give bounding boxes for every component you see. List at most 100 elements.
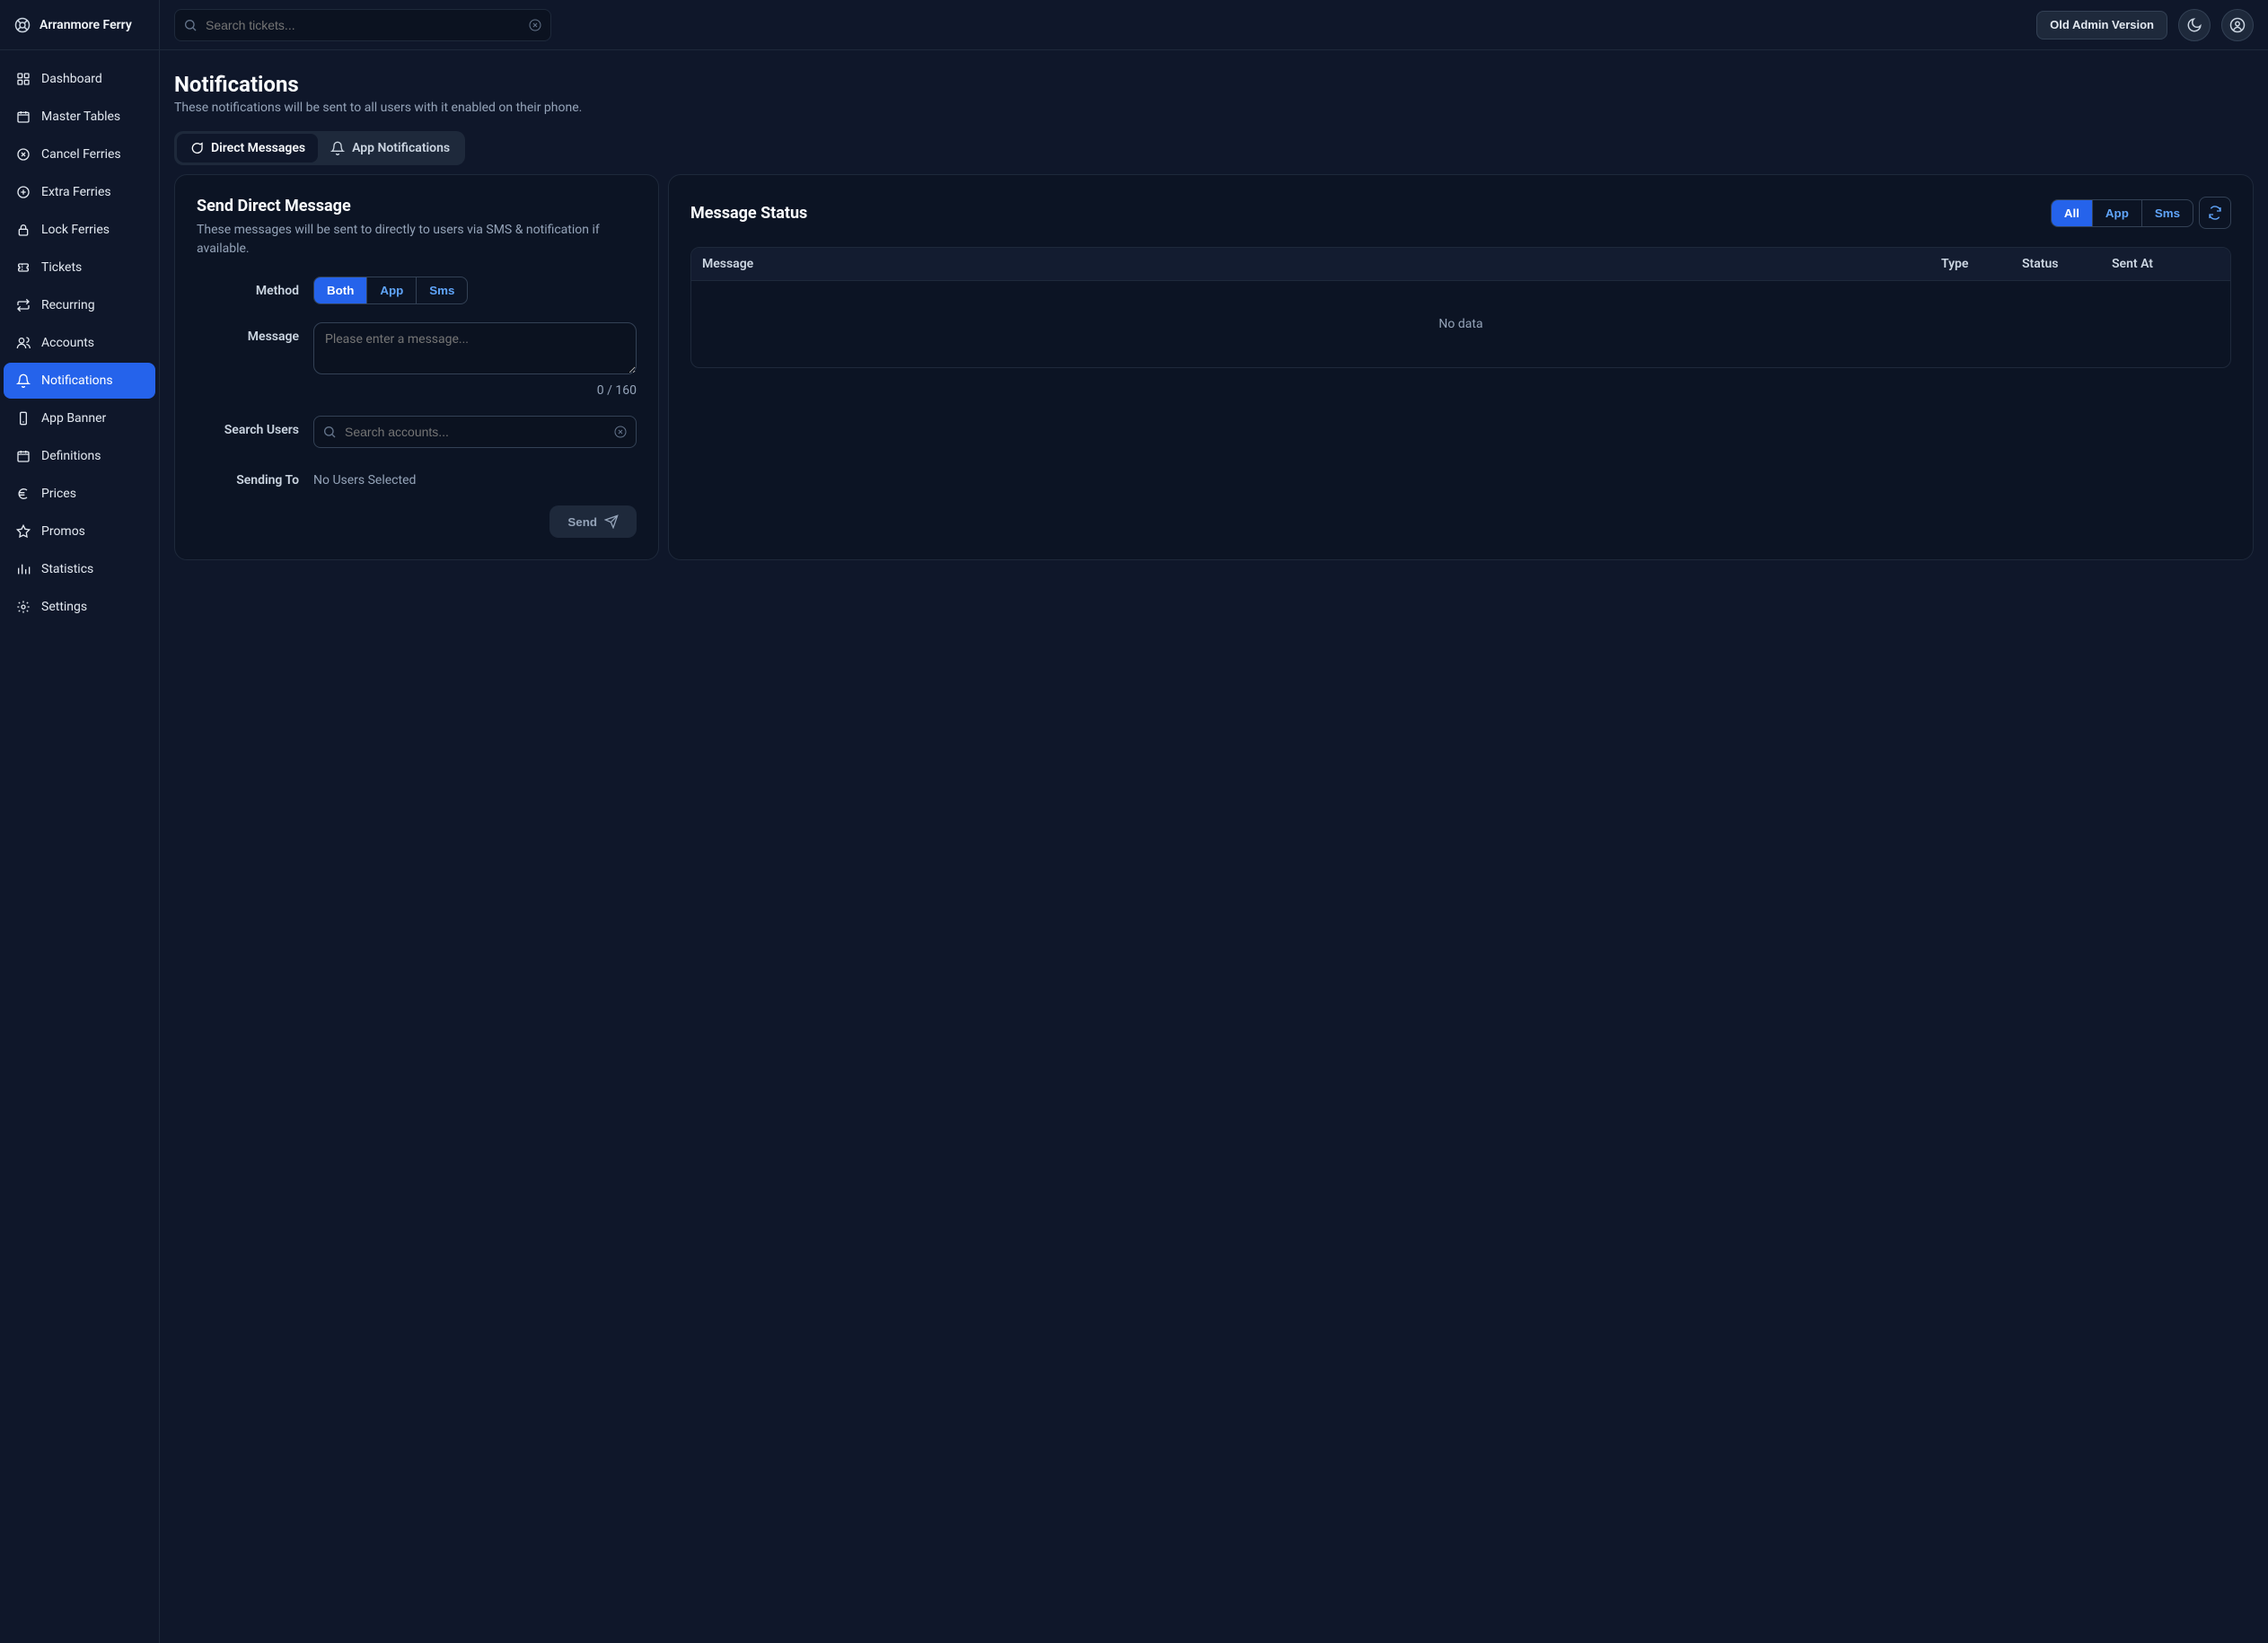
sidebar-item-statistics[interactable]: Statistics bbox=[4, 551, 155, 587]
sidebar-item-label: Notifications bbox=[41, 373, 113, 388]
col-status: Status bbox=[2022, 257, 2112, 271]
sidebar-item-accounts[interactable]: Accounts bbox=[4, 325, 155, 361]
table-empty: No data bbox=[691, 281, 2230, 367]
global-search bbox=[174, 9, 551, 41]
grid-icon bbox=[16, 72, 31, 86]
sidebar-item-notifications[interactable]: Notifications bbox=[4, 363, 155, 399]
account-menu[interactable] bbox=[2221, 9, 2254, 41]
sidebar-item-cancel-ferries[interactable]: Cancel Ferries bbox=[4, 136, 155, 172]
page-title: Notifications bbox=[174, 72, 2254, 97]
old-admin-button[interactable]: Old Admin Version bbox=[2036, 11, 2167, 40]
sidebar-item-prices[interactable]: Prices bbox=[4, 476, 155, 512]
sidebar-item-label: Tickets bbox=[41, 260, 82, 275]
sidebar-item-label: App Banner bbox=[41, 411, 106, 426]
euro-icon bbox=[16, 487, 31, 501]
sending-to-label: Sending To bbox=[197, 466, 299, 488]
sending-to-value: No Users Selected bbox=[313, 466, 637, 488]
ticket-icon bbox=[16, 260, 31, 275]
repeat-icon bbox=[16, 298, 31, 312]
send-icon bbox=[604, 514, 619, 529]
tab-direct-label: Direct Messages bbox=[211, 141, 305, 155]
compose-card: Send Direct Message These messages will … bbox=[174, 174, 659, 560]
sidebar-item-recurring[interactable]: Recurring bbox=[4, 287, 155, 323]
tab-app-notifications[interactable]: App Notifications bbox=[318, 134, 462, 163]
search-users-label: Search Users bbox=[197, 416, 299, 448]
status-filter-segmented: All App Sms bbox=[2051, 199, 2193, 227]
sidebar-item-definitions[interactable]: Definitions bbox=[4, 438, 155, 474]
method-segmented: Both App Sms bbox=[313, 277, 468, 304]
filter-sms[interactable]: Sms bbox=[2141, 200, 2193, 226]
sidebar-item-label: Extra Ferries bbox=[41, 185, 111, 199]
bell-icon bbox=[330, 141, 345, 155]
chat-icon bbox=[189, 141, 204, 155]
sidebar-item-label: Dashboard bbox=[41, 72, 102, 86]
sidebar-item-settings[interactable]: Settings bbox=[4, 589, 155, 625]
message-textarea[interactable] bbox=[313, 322, 637, 374]
message-counter: 0 / 160 bbox=[313, 383, 637, 398]
lifebuoy-icon bbox=[14, 17, 31, 33]
page-subtitle: These notifications will be sent to all … bbox=[174, 101, 2254, 115]
method-both[interactable]: Both bbox=[314, 277, 366, 303]
filter-app[interactable]: App bbox=[2092, 200, 2141, 226]
status-table: Message Type Status Sent At No data bbox=[690, 247, 2231, 368]
theme-toggle[interactable] bbox=[2178, 9, 2211, 41]
sidebar-item-lock-ferries[interactable]: Lock Ferries bbox=[4, 212, 155, 248]
sidebar-item-label: Statistics bbox=[41, 562, 93, 576]
gear-icon bbox=[16, 600, 31, 614]
calendar-icon bbox=[16, 449, 31, 463]
sidebar-item-tickets[interactable]: Tickets bbox=[4, 250, 155, 286]
brand-label: Arranmore Ferry bbox=[40, 18, 132, 32]
notification-tabs: Direct Messages App Notifications bbox=[174, 131, 465, 165]
tab-direct-messages[interactable]: Direct Messages bbox=[177, 134, 318, 163]
bar-icon bbox=[16, 562, 31, 576]
refresh-button[interactable] bbox=[2199, 197, 2231, 229]
search-users-wrap bbox=[313, 416, 637, 448]
sidebar-item-promos[interactable]: Promos bbox=[4, 514, 155, 549]
status-title: Message Status bbox=[690, 204, 807, 223]
sidebar-item-label: Promos bbox=[41, 524, 85, 539]
user-circle-icon bbox=[2229, 17, 2246, 33]
phone-icon bbox=[16, 411, 31, 426]
col-type: Type bbox=[1941, 257, 2022, 271]
sidebar-item-label: Lock Ferries bbox=[41, 223, 110, 237]
clear-search-icon[interactable] bbox=[528, 18, 542, 32]
sidebar-item-dashboard[interactable]: Dashboard bbox=[4, 61, 155, 97]
brand[interactable]: Arranmore Ferry bbox=[0, 0, 159, 50]
users-icon bbox=[16, 336, 31, 350]
clear-users-icon[interactable] bbox=[613, 425, 628, 439]
search-input[interactable] bbox=[174, 9, 551, 41]
sidebar-item-label: Settings bbox=[41, 600, 87, 614]
method-app[interactable]: App bbox=[366, 277, 416, 303]
sidebar-item-extra-ferries[interactable]: Extra Ferries bbox=[4, 174, 155, 210]
sidebar-item-label: Master Tables bbox=[41, 110, 120, 124]
search-icon bbox=[183, 18, 198, 32]
col-message: Message bbox=[702, 257, 1941, 271]
message-label: Message bbox=[197, 322, 299, 398]
col-sent-at: Sent At bbox=[2112, 257, 2220, 271]
sidebar-item-master-tables[interactable]: Master Tables bbox=[4, 99, 155, 135]
sidebar-item-label: Prices bbox=[41, 487, 76, 501]
calendar-icon bbox=[16, 110, 31, 124]
sidebar-item-label: Definitions bbox=[41, 449, 101, 463]
tab-app-label: App Notifications bbox=[352, 141, 450, 155]
bell-icon bbox=[16, 373, 31, 388]
star-icon bbox=[16, 524, 31, 539]
send-label: Send bbox=[567, 515, 597, 529]
moon-icon bbox=[2186, 17, 2202, 33]
method-sms[interactable]: Sms bbox=[416, 277, 467, 303]
search-icon bbox=[322, 425, 337, 439]
compose-title: Send Direct Message bbox=[197, 197, 637, 215]
sidebar-item-label: Recurring bbox=[41, 298, 95, 312]
sidebar-item-label: Accounts bbox=[41, 336, 94, 350]
filter-all[interactable]: All bbox=[2052, 200, 2092, 226]
compose-subtitle: These messages will be sent to directly … bbox=[197, 221, 637, 259]
status-card: Message Status All App Sms bbox=[668, 174, 2254, 560]
sidebar-item-label: Cancel Ferries bbox=[41, 147, 121, 162]
plus-circle-icon bbox=[16, 185, 31, 199]
method-label: Method bbox=[197, 277, 299, 304]
send-button[interactable]: Send bbox=[549, 505, 637, 538]
lock-icon bbox=[16, 223, 31, 237]
search-users-input[interactable] bbox=[313, 416, 637, 448]
sidebar-item-app-banner[interactable]: App Banner bbox=[4, 400, 155, 436]
refresh-icon bbox=[2208, 206, 2222, 220]
